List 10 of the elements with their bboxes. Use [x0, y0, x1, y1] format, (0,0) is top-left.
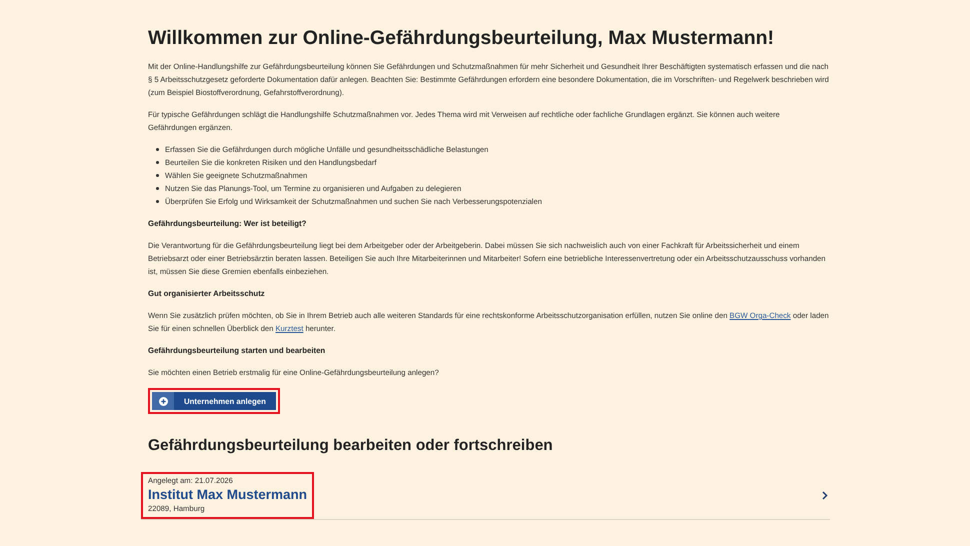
section-title: Gefährdungsbeurteilung bearbeiten oder fortschreiben — [148, 436, 554, 456]
bullet-icon — [156, 161, 159, 164]
page-title: Willkommen zur Online-Gefährdungsbeurteilung, Max Mustermann! — [148, 26, 776, 50]
chevron-right-icon — [822, 491, 828, 500]
bullet-icon — [156, 187, 159, 190]
company-name: Institut Max Mustermann — [148, 486, 308, 503]
bullet-icon — [156, 174, 159, 177]
bullet-icon — [156, 148, 159, 151]
bullet-icon — [156, 200, 159, 203]
plus-circle-icon — [158, 396, 168, 406]
